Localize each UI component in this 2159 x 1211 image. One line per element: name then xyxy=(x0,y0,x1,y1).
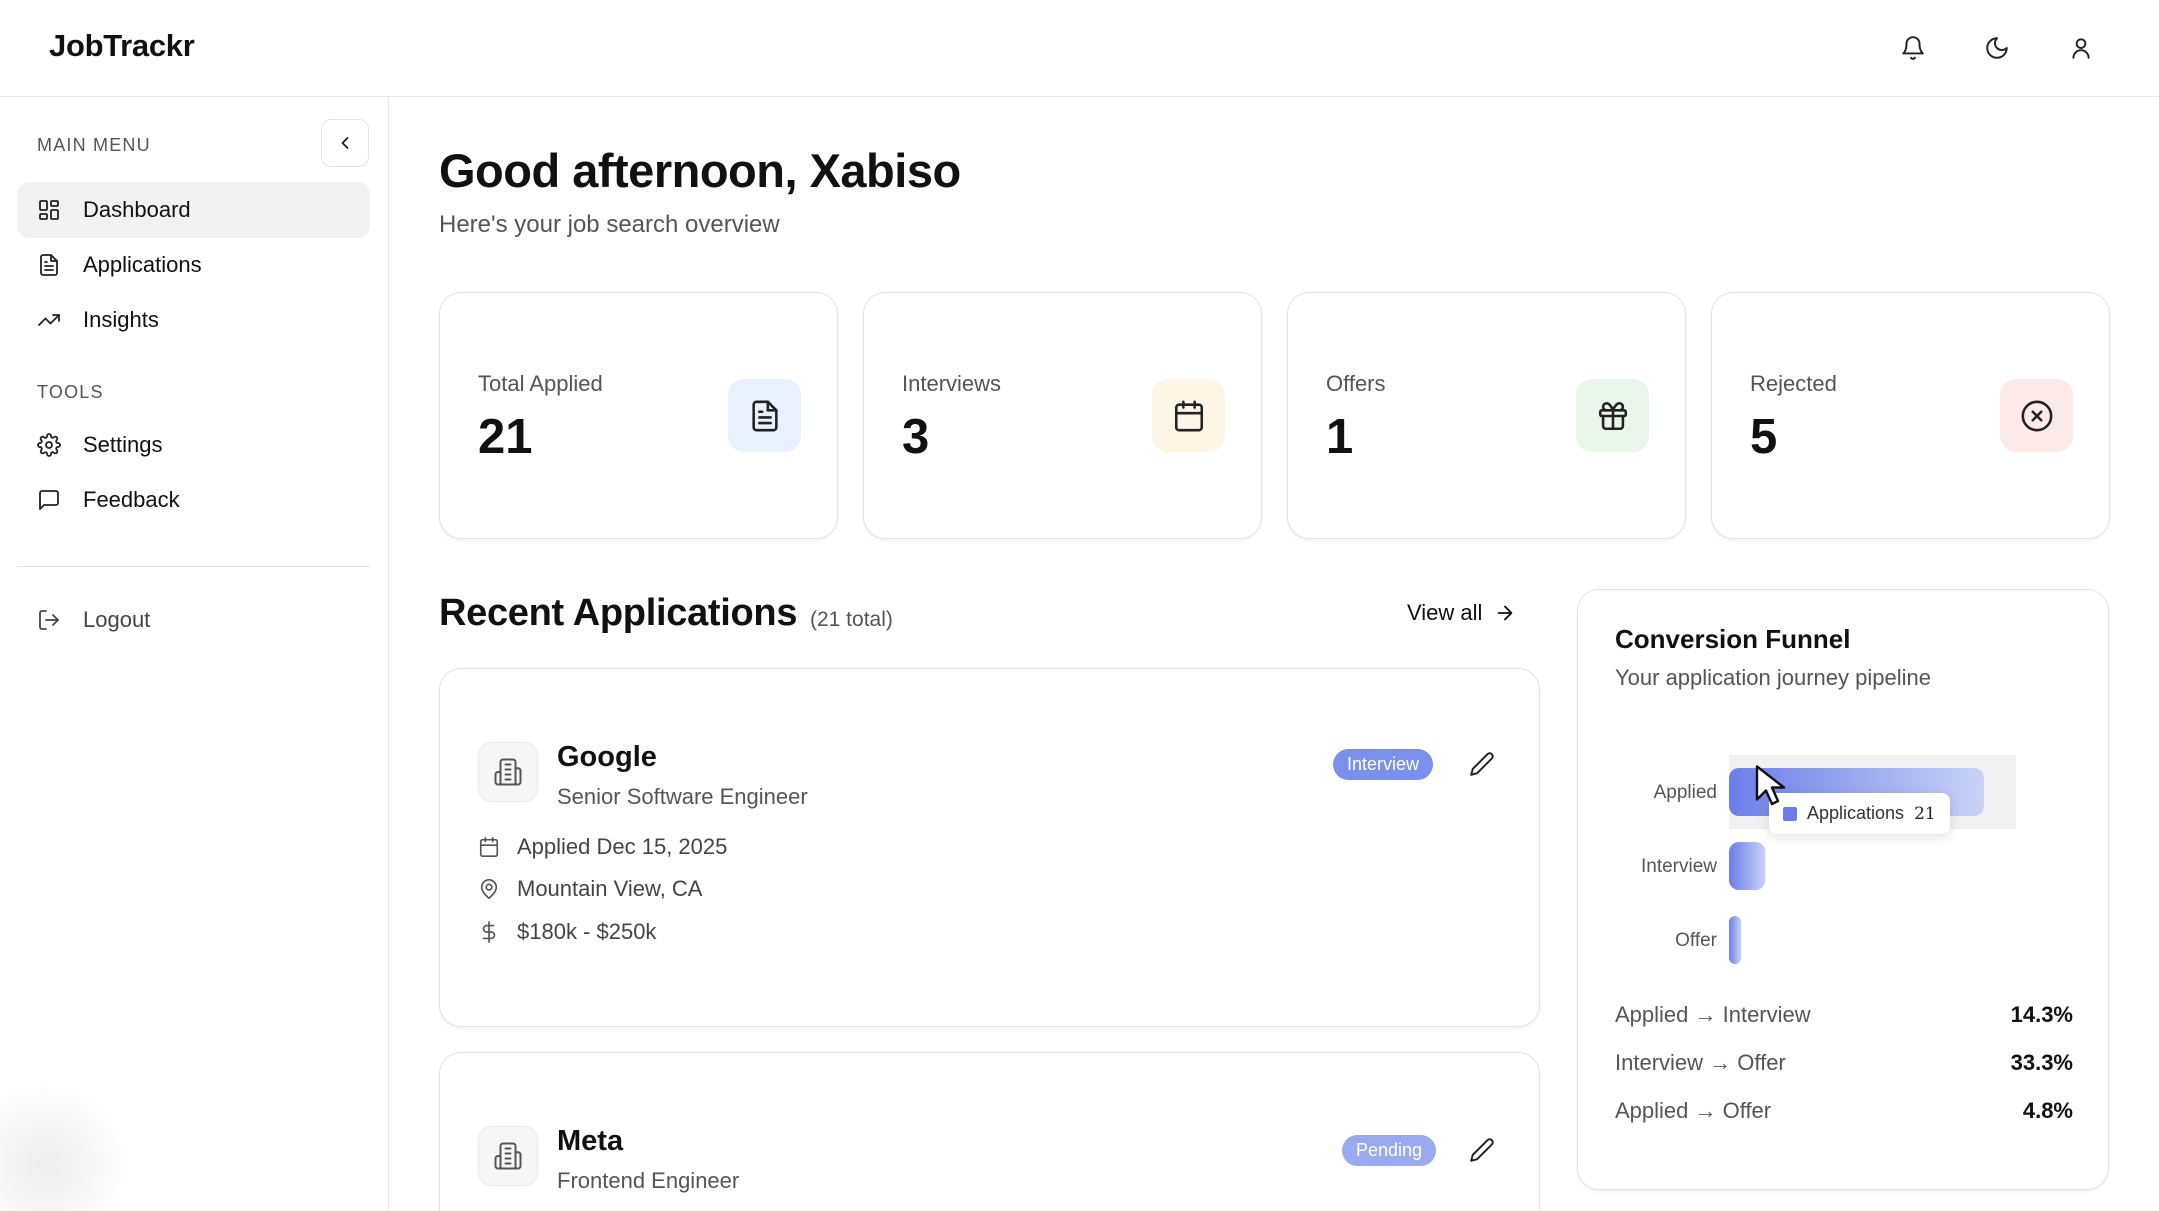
company-name: Google xyxy=(557,741,657,773)
edit-button[interactable] xyxy=(1467,1135,1497,1165)
sidebar-item-label: Dashboard xyxy=(83,197,191,222)
brand-logo[interactable]: JobTrackr xyxy=(49,28,195,64)
collapse-sidebar-button[interactable] xyxy=(321,119,369,167)
grid-icon xyxy=(37,198,61,222)
rate-label: Applied → Interview xyxy=(1615,1002,1811,1027)
building-icon xyxy=(478,1126,538,1186)
sidebar-item-applications[interactable]: Applications xyxy=(17,237,370,293)
gear-icon xyxy=(37,433,61,457)
rate-label: Interview → Offer xyxy=(1615,1050,1786,1075)
top-header: JobTrackr xyxy=(0,0,2159,97)
stat-card-offers[interactable]: Offers 1 xyxy=(1287,292,1686,539)
location: Mountain View, CA xyxy=(517,876,703,901)
recent-applications-count: (21 total) xyxy=(810,608,893,631)
sidebar-item-dashboard[interactable]: Dashboard xyxy=(17,182,370,238)
sidebar-item-insights[interactable]: Insights xyxy=(17,292,370,348)
message-icon xyxy=(37,488,61,512)
logout-button[interactable]: Logout xyxy=(17,592,370,648)
sidebar: MAIN MENU Dashboard Applications Insight… xyxy=(0,97,389,1211)
page-subtitle: Here's your job search overview xyxy=(439,211,780,238)
tooltip-series: Applications xyxy=(1807,803,1905,823)
user-icon[interactable] xyxy=(2061,28,2101,68)
bell-icon[interactable] xyxy=(1893,28,1933,68)
pencil-icon xyxy=(1470,1138,1494,1162)
edit-button[interactable] xyxy=(1467,749,1497,779)
sidebar-item-label: Applications xyxy=(83,252,202,277)
stat-card-interviews[interactable]: Interviews 3 xyxy=(863,292,1262,539)
status-badge[interactable]: Pending xyxy=(1342,1135,1437,1166)
category-label: Applied xyxy=(1654,782,1717,803)
stat-label: Rejected xyxy=(1750,371,1837,396)
applied-date-row: Applied Dec 15, 2025 xyxy=(477,834,727,860)
main-menu-label: MAIN MENU xyxy=(37,135,151,155)
mouse-cursor-icon xyxy=(1755,765,1786,806)
header-actions xyxy=(1893,28,2101,68)
rate-value: 14.3% xyxy=(2010,1002,2073,1027)
conversion-rate-row: Applied → Interview 14.3% xyxy=(1615,1002,2073,1028)
rate-value: 4.8% xyxy=(2022,1098,2073,1123)
rate-label: Applied → Offer xyxy=(1615,1098,1772,1123)
applied-date: Applied Dec 15, 2025 xyxy=(517,834,728,859)
job-role: Senior Software Engineer xyxy=(557,784,808,809)
chevron-left-icon xyxy=(341,137,349,149)
funnel-bar-offer[interactable] xyxy=(1729,916,1742,964)
chart-tooltip: Applications 21 xyxy=(1769,793,1950,834)
page-title: Good afternoon, Xabiso xyxy=(439,144,961,197)
stat-card-total-applied[interactable]: Total Applied 21 xyxy=(439,292,838,539)
stat-label: Offers xyxy=(1326,371,1386,396)
job-role: Frontend Engineer xyxy=(557,1168,740,1193)
funnel-bar-interview[interactable] xyxy=(1729,842,1766,890)
stat-label: Total Applied xyxy=(478,371,603,396)
rate-value: 33.3% xyxy=(2010,1050,2073,1075)
sidebar-item-settings[interactable]: Settings xyxy=(17,417,370,473)
tools-label: TOOLS xyxy=(37,382,104,402)
funnel-chart[interactable]: Applied Interview Offer xyxy=(1578,730,2110,990)
conversion-rate-row: Interview → Offer 33.3% xyxy=(1615,1050,2073,1076)
arrow-right-icon xyxy=(1498,605,1513,621)
trend-icon xyxy=(37,308,61,332)
sidebar-item-feedback[interactable]: Feedback xyxy=(17,472,370,528)
sidebar-item-label: Feedback xyxy=(83,487,180,512)
application-card-google[interactable]: Google Senior Software Engineer Intervie… xyxy=(439,668,1540,1027)
stat-value: 5 xyxy=(1750,410,1778,464)
company-name: Meta xyxy=(557,1125,624,1157)
salary: $180k - $250k xyxy=(517,919,657,944)
pencil-icon xyxy=(1470,752,1494,776)
category-label: Interview xyxy=(1641,856,1717,877)
document-icon xyxy=(37,253,61,277)
document-icon xyxy=(728,379,801,452)
stat-value: 1 xyxy=(1326,410,1354,464)
sidebar-divider xyxy=(17,566,370,567)
application-card-meta[interactable]: Meta Frontend Engineer Pending xyxy=(439,1052,1540,1211)
tooltip-value: 21 xyxy=(1914,803,1936,824)
logout-icon xyxy=(37,608,61,632)
view-all-link[interactable]: View all xyxy=(1407,600,1516,626)
status-badge[interactable]: Interview xyxy=(1333,749,1434,780)
sidebar-item-label: Insights xyxy=(83,307,159,332)
funnel-subtitle: Your application journey pipeline xyxy=(1615,665,1931,690)
calendar-icon xyxy=(1152,379,1225,452)
conversion-funnel-card: Conversion Funnel Your application journ… xyxy=(1577,589,2109,1190)
moon-icon[interactable] xyxy=(1977,28,2017,68)
salary-row: $180k - $250k xyxy=(477,919,656,945)
funnel-title: Conversion Funnel xyxy=(1615,624,1851,654)
view-all-label: View all xyxy=(1407,600,1483,625)
gift-icon xyxy=(1576,379,1649,452)
logout-label: Logout xyxy=(83,607,151,632)
map-pin-icon xyxy=(477,877,501,901)
x-circle-icon xyxy=(2000,379,2073,452)
sidebar-item-label: Settings xyxy=(83,432,163,457)
calendar-icon xyxy=(477,835,501,859)
stat-label: Interviews xyxy=(902,371,1002,396)
dollar-icon xyxy=(477,920,501,944)
conversion-rate-row: Applied → Offer 4.8% xyxy=(1615,1098,2073,1124)
stat-value: 21 xyxy=(478,410,533,464)
building-icon xyxy=(478,742,538,802)
category-label: Offer xyxy=(1675,930,1718,951)
stat-card-rejected[interactable]: Rejected 5 xyxy=(1711,292,2110,539)
stat-value: 3 xyxy=(902,410,930,464)
recent-applications-title: Recent Applications xyxy=(439,592,798,634)
location-row: Mountain View, CA xyxy=(477,876,702,902)
